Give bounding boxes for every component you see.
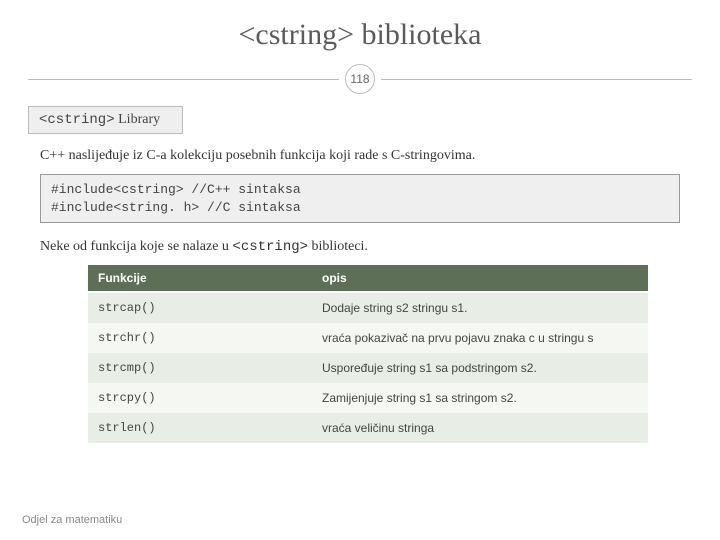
footer-text: Odjel za matematiku [22,514,122,526]
cell-fn: strcpy() [88,383,312,413]
divider-line-right [381,79,692,80]
mid-text-pre: Neke od funkcija koje se nalaze u [40,239,232,254]
table-row: strcap() Dodaje string s2 stringu s1. [88,292,648,323]
cell-desc: vraća veličinu stringa [312,413,648,443]
table-row: strcpy() Zamijenjuje string s1 sa string… [88,383,648,413]
cell-desc: vraća pokazivač na prvu pojavu znaka c u… [312,323,648,353]
cell-fn: strchr() [88,323,312,353]
code-line-1: #include<string. h> //C sintaksa [51,200,301,215]
section-label-rest: Library [115,112,160,127]
divider-line-left [28,79,339,80]
mid-text-mono: <cstring> [232,239,308,255]
table-row: strlen() vraća veličinu stringa [88,413,648,443]
title-divider: 118 [28,66,692,92]
cell-desc: Uspoređuje string s1 sa podstringom s2. [312,353,648,383]
cell-fn: strlen() [88,413,312,443]
page-title: <cstring> biblioteka [28,18,692,52]
table-header-fn: Funkcije [88,265,312,292]
mid-text-post: biblioteci. [308,239,368,254]
slide: <cstring> biblioteka 118 <cstring> Libra… [0,0,720,540]
table-header-row: Funkcije opis [88,265,648,292]
cell-desc: Dodaje string s2 stringu s1. [312,292,648,323]
mid-text: Neke od funkcija koje se nalaze u <cstri… [40,239,692,255]
table-header-desc: opis [312,265,648,292]
code-snippet: #include<cstring> //C++ sintaksa #includ… [40,174,680,223]
cell-fn: strcap() [88,292,312,323]
code-line-0: #include<cstring> //C++ sintaksa [51,182,301,197]
cell-fn: strcmp() [88,353,312,383]
section-label-mono: <cstring> [39,112,115,128]
intro-text: C++ naslijeđuje iz C-a kolekciju posebni… [40,148,692,164]
cell-desc: Zamijenjuje string s1 sa stringom s2. [312,383,648,413]
page-number-badge: 118 [345,64,375,94]
section-label: <cstring> Library [28,106,183,134]
table-row: strcmp() Uspoređuje string s1 sa podstri… [88,353,648,383]
table-row: strchr() vraća pokazivač na prvu pojavu … [88,323,648,353]
functions-table: Funkcije opis strcap() Dodaje string s2 … [88,265,648,443]
